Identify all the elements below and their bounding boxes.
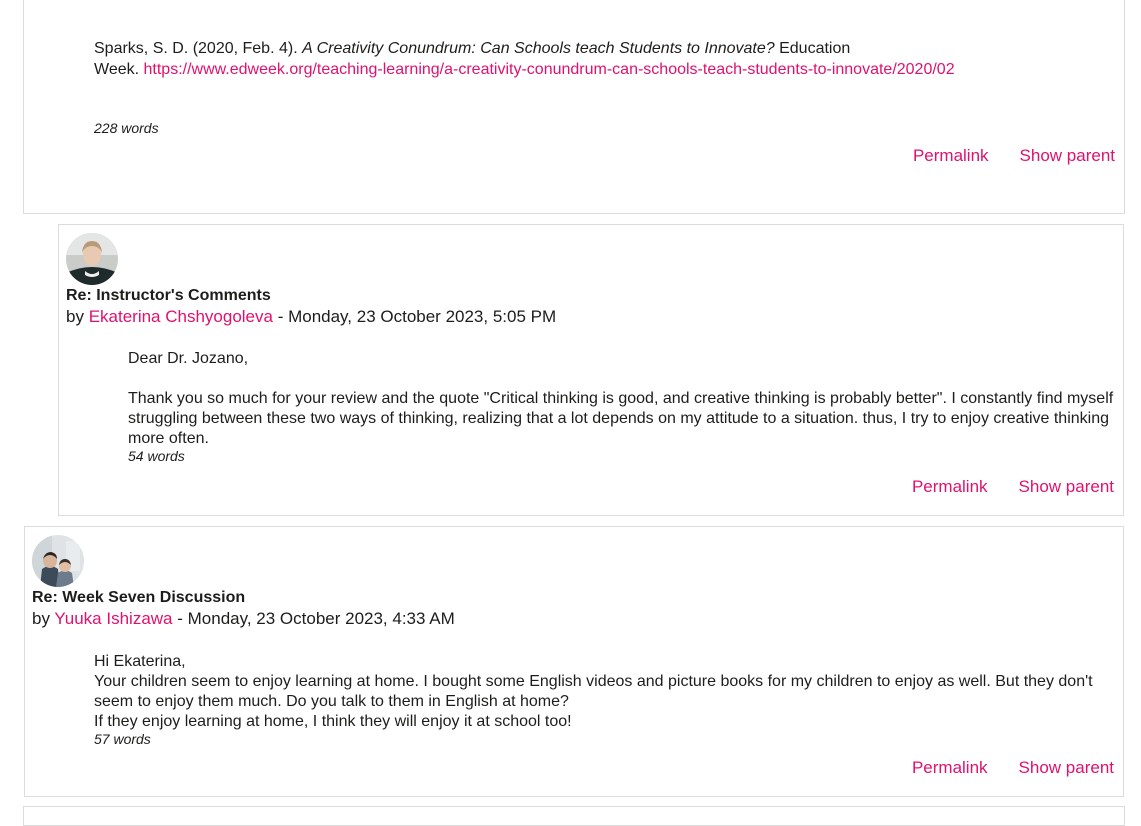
reference-url-link[interactable]: https://www.edweek.org/teaching-learning… (144, 61, 955, 78)
permalink-link[interactable]: Permalink (913, 146, 989, 166)
by-prefix: by (66, 307, 89, 326)
permalink-link[interactable]: Permalink (912, 758, 988, 778)
post-paragraph: Thank you so much for your review and th… (128, 390, 1114, 447)
word-count: 57 words (94, 731, 151, 747)
user-avatar-woman-icon (66, 233, 118, 285)
post-byline: by Yuuka Ishizawa - Monday, 23 October 2… (32, 609, 455, 629)
by-prefix: by (32, 609, 55, 628)
post-subject: Re: Week Seven Discussion (32, 589, 246, 606)
post-line-3: If they enjoy learning at home, I think … (94, 713, 572, 730)
post-date: - Monday, 23 October 2023, 5:05 PM (272, 307, 557, 326)
reference-title: A Creativity Conundrum: Can Schools teac… (302, 40, 775, 57)
word-count: 228 words (94, 120, 159, 136)
user-avatar[interactable] (32, 535, 84, 587)
post-subject: Re: Instructor's Comments (66, 287, 271, 304)
reference-line-2: Week. https://www.edweek.org/teaching-le… (94, 60, 955, 80)
permalink-link[interactable]: Permalink (912, 477, 988, 497)
post-actions: Permalink Show parent (912, 477, 1114, 497)
user-avatar-family-icon (32, 535, 84, 587)
reference-line-1: Sparks, S. D. (2020, Feb. 4). A Creativi… (94, 39, 850, 59)
author-link[interactable]: Yuuka Ishizawa (54, 609, 172, 628)
post-actions: Permalink Show parent (913, 146, 1115, 166)
word-count: 54 words (128, 448, 185, 464)
post-byline: by Ekaterina Chshyogoleva - Monday, 23 O… (66, 307, 556, 327)
post-line-2: Your children seem to enjoy learning at … (94, 673, 1093, 710)
show-parent-link[interactable]: Show parent (1019, 477, 1114, 497)
post-line-1: Hi Ekaterina, (94, 653, 186, 670)
forum-post-next (23, 806, 1125, 826)
reference-week: Week. (94, 61, 144, 78)
reference-author: Sparks, S. D. (2020, Feb. 4). (94, 40, 303, 57)
show-parent-link[interactable]: Show parent (1020, 146, 1115, 166)
post-date: - Monday, 23 October 2023, 4:33 AM (172, 609, 455, 628)
user-avatar[interactable] (66, 233, 118, 285)
show-parent-link[interactable]: Show parent (1019, 758, 1114, 778)
post-actions: Permalink Show parent (912, 758, 1114, 778)
forum-post-reply: Re: Instructor's Comments by Ekaterina C… (58, 224, 1124, 516)
post-greeting: Dear Dr. Jozano, (128, 350, 249, 367)
reference-publisher: Education (774, 40, 851, 57)
author-link[interactable]: Ekaterina Chshyogoleva (89, 307, 273, 326)
forum-post-yuuka: Re: Week Seven Discussion by Yuuka Ishiz… (24, 526, 1124, 797)
forum-post-previous: Sparks, S. D. (2020, Feb. 4). A Creativi… (23, 0, 1125, 214)
